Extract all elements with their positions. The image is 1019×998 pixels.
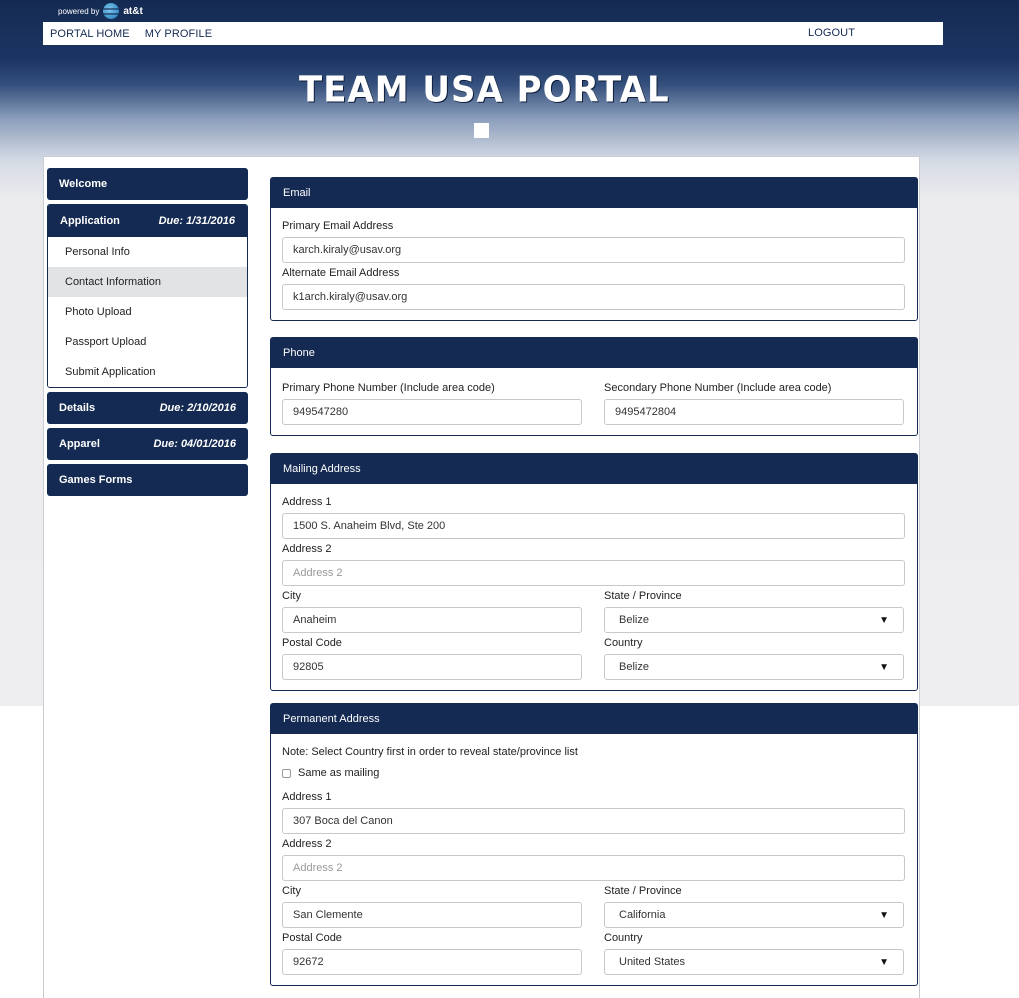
chevron-down-icon: ▼ bbox=[879, 661, 889, 673]
mailing-panel-title: Mailing Address bbox=[271, 454, 917, 485]
sidebar-item-submit-application[interactable]: Submit Application bbox=[48, 357, 247, 387]
sidebar-welcome-label: Welcome bbox=[59, 178, 108, 190]
mailing-city-input[interactable] bbox=[282, 607, 582, 633]
mailing-address2-label: Address 2 bbox=[282, 543, 332, 555]
mailing-country-label: Country bbox=[604, 637, 643, 649]
permanent-city-input[interactable] bbox=[282, 902, 582, 928]
chevron-down-icon: ▼ bbox=[879, 956, 889, 968]
primary-email-input[interactable] bbox=[282, 237, 905, 263]
nav-my-profile-link[interactable]: MY PROFILE bbox=[145, 28, 212, 40]
sidebar-details-label: Details bbox=[59, 402, 96, 414]
permanent-address1-label: Address 1 bbox=[282, 791, 332, 803]
sidebar-item-contact-information[interactable]: Contact Information bbox=[48, 267, 247, 297]
sidebar-application-label: Application bbox=[60, 215, 120, 227]
mailing-address1-input[interactable] bbox=[282, 513, 905, 539]
mailing-address-panel: Mailing Address Address 1 Address 2 City… bbox=[270, 453, 918, 691]
permanent-state-label: State / Province bbox=[604, 885, 682, 897]
logo-square-icon bbox=[474, 123, 489, 138]
portal-title: TEAM USA PORTAL bbox=[299, 69, 670, 111]
sidebar-games-label: Games Forms bbox=[59, 474, 133, 486]
main-content: Welcome Application Due: 1/31/2016 Perso… bbox=[43, 156, 920, 998]
permanent-address2-label: Address 2 bbox=[282, 838, 332, 850]
powered-by-badge: powered by at&t bbox=[58, 3, 143, 19]
mailing-address2-input[interactable] bbox=[282, 560, 905, 586]
mailing-postal-input[interactable] bbox=[282, 654, 582, 680]
alternate-email-input[interactable] bbox=[282, 284, 905, 310]
secondary-phone-label: Secondary Phone Number (Include area cod… bbox=[604, 382, 832, 394]
powered-by-label: powered by bbox=[58, 6, 100, 16]
permanent-address1-input[interactable] bbox=[282, 808, 905, 834]
permanent-address-panel: Permanent Address Note: Select Country f… bbox=[270, 703, 918, 986]
chevron-down-icon: ▼ bbox=[879, 614, 889, 626]
primary-phone-input[interactable] bbox=[282, 399, 582, 425]
permanent-state-select[interactable]: California ▼ bbox=[604, 902, 904, 928]
sidebar-item-details[interactable]: Details Due: 2/10/2016 bbox=[47, 392, 248, 424]
mailing-state-value: Belize bbox=[619, 614, 649, 626]
same-as-mailing-checkbox[interactable] bbox=[282, 768, 291, 778]
mailing-country-select[interactable]: Belize ▼ bbox=[604, 654, 904, 680]
mailing-state-select[interactable]: Belize ▼ bbox=[604, 607, 904, 633]
sidebar-application-group: Application Due: 1/31/2016 Personal Info… bbox=[47, 204, 248, 388]
sidebar-item-personal-info[interactable]: Personal Info bbox=[48, 237, 247, 267]
email-panel: Email Primary Email Address Alternate Em… bbox=[270, 177, 918, 321]
country-first-note: Note: Select Country first in order to r… bbox=[282, 746, 578, 758]
sidebar-item-photo-upload[interactable]: Photo Upload bbox=[48, 297, 247, 327]
att-brand-text: at&t bbox=[123, 5, 143, 17]
primary-phone-label: Primary Phone Number (Include area code) bbox=[282, 382, 495, 394]
phone-panel: Phone Primary Phone Number (Include area… bbox=[270, 337, 918, 436]
sidebar-item-welcome[interactable]: Welcome bbox=[47, 168, 248, 200]
sidebar: Welcome Application Due: 1/31/2016 Perso… bbox=[47, 168, 248, 500]
alternate-email-label: Alternate Email Address bbox=[282, 267, 400, 279]
sidebar-apparel-label: Apparel bbox=[59, 438, 100, 450]
permanent-country-value: United States bbox=[619, 956, 686, 968]
sidebar-item-application[interactable]: Application Due: 1/31/2016 bbox=[48, 205, 247, 237]
permanent-country-select[interactable]: United States ▼ bbox=[604, 949, 904, 975]
phone-panel-title: Phone bbox=[271, 338, 917, 369]
mailing-postal-label: Postal Code bbox=[282, 637, 342, 649]
top-navigation: PORTAL HOME MY PROFILE LOGOUT bbox=[43, 22, 943, 45]
email-panel-title: Email bbox=[271, 178, 917, 209]
permanent-city-label: City bbox=[282, 885, 301, 897]
sidebar-item-apparel[interactable]: Apparel Due: 04/01/2016 bbox=[47, 428, 248, 460]
permanent-country-label: Country bbox=[604, 932, 643, 944]
chevron-down-icon: ▼ bbox=[879, 909, 889, 921]
sidebar-application-due: Due: 1/31/2016 bbox=[158, 215, 235, 227]
same-as-mailing-label: Same as mailing bbox=[298, 767, 380, 779]
nav-logout-link[interactable]: LOGOUT bbox=[808, 27, 855, 39]
nav-portal-home-link[interactable]: PORTAL HOME bbox=[50, 28, 130, 40]
permanent-address2-input[interactable] bbox=[282, 855, 905, 881]
mailing-state-label: State / Province bbox=[604, 590, 682, 602]
same-as-mailing-option[interactable]: Same as mailing bbox=[282, 767, 905, 779]
sidebar-item-games-forms[interactable]: Games Forms bbox=[47, 464, 248, 496]
permanent-state-value: California bbox=[619, 909, 666, 921]
mailing-country-value: Belize bbox=[619, 661, 649, 673]
secondary-phone-input[interactable] bbox=[604, 399, 904, 425]
sidebar-details-due: Due: 2/10/2016 bbox=[159, 402, 236, 414]
primary-email-label: Primary Email Address bbox=[282, 220, 394, 232]
permanent-postal-label: Postal Code bbox=[282, 932, 342, 944]
sidebar-apparel-due: Due: 04/01/2016 bbox=[153, 438, 236, 450]
mailing-address1-label: Address 1 bbox=[282, 496, 332, 508]
permanent-panel-title: Permanent Address bbox=[271, 704, 917, 735]
sidebar-item-passport-upload[interactable]: Passport Upload bbox=[48, 327, 247, 357]
att-globe-icon bbox=[103, 3, 120, 19]
permanent-postal-input[interactable] bbox=[282, 949, 582, 975]
mailing-city-label: City bbox=[282, 590, 301, 602]
